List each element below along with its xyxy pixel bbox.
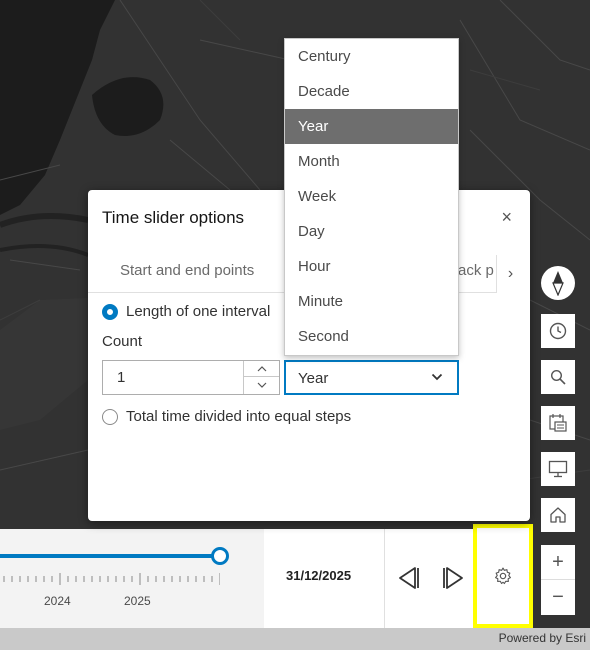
layers-icon	[549, 414, 567, 432]
slider-track-fill	[0, 554, 220, 558]
count-stepper	[243, 361, 279, 394]
dropdown-option-hour[interactable]: Hour	[285, 249, 458, 284]
length-of-interval-option[interactable]: Length of one interval	[102, 303, 270, 320]
dropdown-option-month[interactable]: Month	[285, 144, 458, 179]
stepper-up-button[interactable]	[244, 361, 279, 377]
search-button[interactable]	[541, 360, 575, 394]
count-label: Count	[102, 333, 143, 350]
settings-button[interactable]	[473, 524, 533, 628]
zoom-controls: + −	[541, 545, 575, 615]
count-value: 1	[117, 369, 126, 386]
interval-unit-select[interactable]: Year	[284, 360, 459, 395]
tabs-next-button[interactable]: ›	[496, 255, 524, 293]
year-label-2025: 2025	[124, 594, 151, 608]
dropdown-option-day[interactable]: Day	[285, 214, 458, 249]
total-time-divided-option[interactable]: Total time divided into equal steps	[102, 408, 351, 425]
previous-step-button[interactable]	[396, 565, 422, 596]
time-slider-toggle-button[interactable]	[541, 314, 575, 348]
zoom-in-button[interactable]: +	[541, 545, 575, 580]
interval-unit-dropdown: Century Decade Year Month Week Day Hour …	[284, 38, 459, 356]
tab-playback[interactable]: ack p	[458, 262, 494, 279]
screen-icon	[548, 460, 568, 478]
gear-icon	[495, 567, 511, 585]
year-label-2024: 2024	[44, 594, 71, 608]
dropdown-option-minute[interactable]: Minute	[285, 284, 458, 319]
dropdown-option-century[interactable]: Century	[285, 39, 458, 74]
chevron-down-icon	[257, 382, 266, 388]
stepper-down-button[interactable]	[244, 377, 279, 393]
length-option-label: Length of one interval	[126, 303, 271, 320]
tab-start-and-end-points[interactable]: Start and end points	[120, 262, 254, 279]
skip-next-icon	[443, 567, 463, 589]
clock-icon	[549, 322, 567, 340]
compass-button[interactable]	[541, 266, 575, 300]
divider	[384, 529, 385, 628]
layers-button[interactable]	[541, 406, 575, 440]
dropdown-option-second[interactable]: Second	[285, 319, 458, 354]
attribution-text: Powered by Esri	[498, 631, 586, 645]
zoom-out-button[interactable]: −	[541, 580, 575, 615]
dropdown-option-week[interactable]: Week	[285, 179, 458, 214]
search-icon	[550, 369, 566, 385]
slider-track-area[interactable]: 2024 2025	[0, 529, 264, 628]
current-date-label: 31/12/2025	[286, 568, 352, 583]
next-step-button[interactable]	[440, 565, 466, 596]
chevron-up-icon	[257, 365, 266, 371]
attribution-bar: Powered by Esri	[0, 628, 590, 650]
chevron-right-icon: ›	[507, 265, 514, 282]
close-button[interactable]: ×	[501, 208, 512, 226]
time-slider: 2024 2025 31/12/2025	[0, 529, 533, 628]
dropdown-option-year[interactable]: Year	[285, 109, 458, 144]
chevron-down-icon	[431, 373, 443, 381]
radio-unchecked-icon[interactable]	[102, 408, 118, 425]
slider-ticks	[3, 573, 220, 585]
total-option-label: Total time divided into equal steps	[126, 408, 352, 425]
count-input[interactable]: 1	[102, 360, 280, 395]
home-button[interactable]	[541, 498, 575, 532]
skip-previous-icon	[399, 567, 419, 589]
slider-thumb[interactable]	[211, 547, 229, 565]
unit-select-value: Year	[298, 370, 329, 387]
radio-checked-icon[interactable]	[102, 303, 118, 320]
dialog-title: Time slider options	[102, 208, 245, 227]
compass-icon	[552, 271, 564, 296]
home-icon	[550, 507, 566, 523]
dropdown-option-decade[interactable]: Decade	[285, 74, 458, 109]
fullscreen-button[interactable]	[541, 452, 575, 486]
